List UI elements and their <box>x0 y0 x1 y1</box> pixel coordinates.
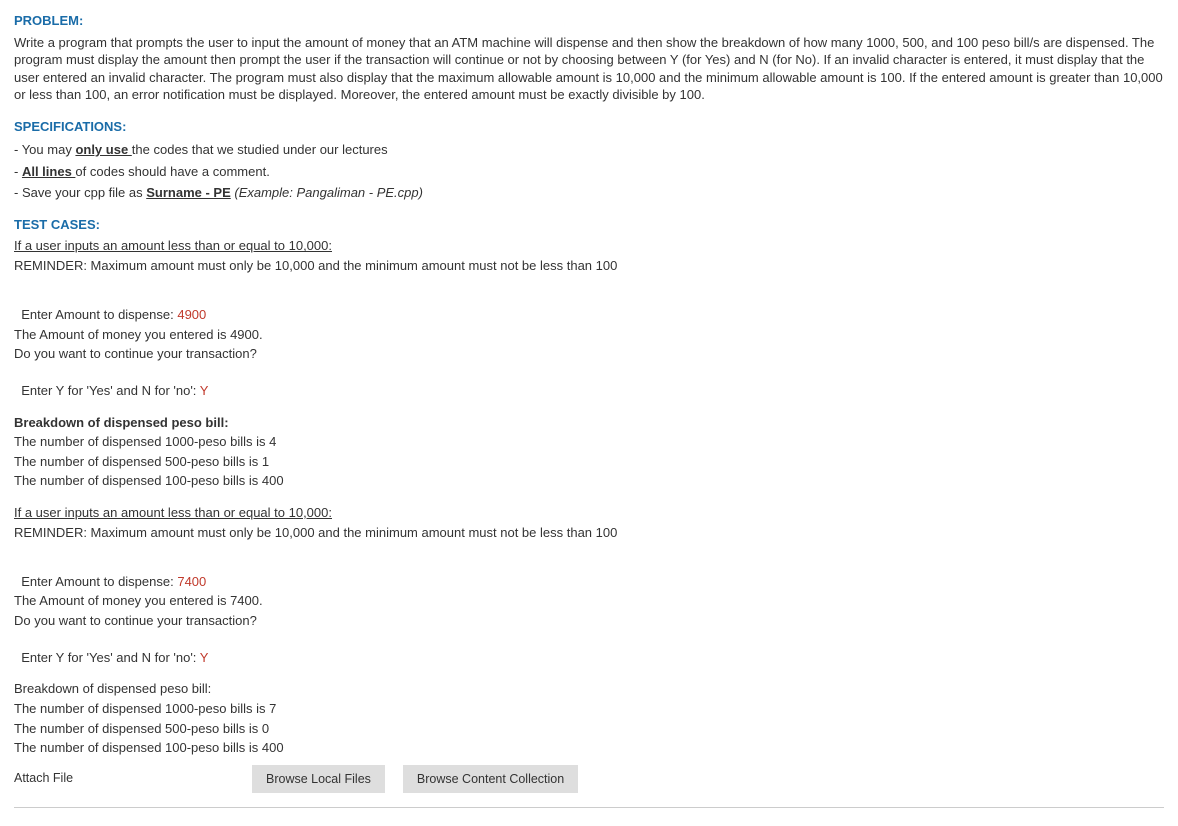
spec2-post: of codes should have a comment. <box>75 164 269 179</box>
case1-enter-value: 4900 <box>177 307 206 322</box>
case2-prompt-value: Y <box>200 650 209 665</box>
spec-item-1: - You may only use the codes that we stu… <box>14 141 1164 159</box>
case1-enter-prefix: Enter Amount to dispense: <box>21 307 177 322</box>
attach-file-label: Attach File <box>14 770 234 787</box>
spec-item-2: - All lines of codes should have a comme… <box>14 163 1164 181</box>
spec3-pre: - Save your cpp file as <box>14 185 146 200</box>
case2-enter-line: Enter Amount to dispense: 7400 <box>14 555 1164 590</box>
case2-breakdown-1: The number of dispensed 1000-peso bills … <box>14 700 1164 718</box>
spec3-underline: Surname - PE <box>146 185 231 200</box>
spec-item-3: - Save your cpp file as Surname - PE (Ex… <box>14 184 1164 202</box>
specifications-list: - You may only use the codes that we stu… <box>14 141 1164 202</box>
case1-prompt-line: Enter Y for 'Yes' and N for 'no': Y <box>14 365 1164 400</box>
browse-local-files-button[interactable]: Browse Local Files <box>252 765 385 793</box>
spec3-italic: (Example: Pangaliman - PE.cpp) <box>231 185 423 200</box>
case2-enter-prefix: Enter Amount to dispense: <box>21 574 177 589</box>
case1-breakdown-3: The number of dispensed 100-peso bills i… <box>14 472 1164 490</box>
test-cases-heading: TEST CASES: <box>14 216 1164 234</box>
case1-breakdown-2: The number of dispensed 500-peso bills i… <box>14 453 1164 471</box>
case1-prompt-value: Y <box>200 383 209 398</box>
case2-breakdown-heading: Breakdown of dispensed peso bill: <box>14 680 1164 698</box>
divider <box>14 807 1164 808</box>
spec2-underline: All lines <box>22 164 75 179</box>
browse-content-collection-button[interactable]: Browse Content Collection <box>403 765 578 793</box>
case1-enter-line: Enter Amount to dispense: 4900 <box>14 289 1164 324</box>
case1-heading: If a user inputs an amount less than or … <box>14 237 1164 255</box>
problem-heading: PROBLEM: <box>14 12 1164 30</box>
case1-echo: The Amount of money you entered is 4900. <box>14 326 1164 344</box>
case1-breakdown-1: The number of dispensed 1000-peso bills … <box>14 433 1164 451</box>
case1-breakdown-heading: Breakdown of dispensed peso bill: <box>14 414 1164 432</box>
case2-reminder: REMINDER: Maximum amount must only be 10… <box>14 524 1164 542</box>
case2-breakdown-3: The number of dispensed 100-peso bills i… <box>14 739 1164 757</box>
case2-prompt-prefix: Enter Y for 'Yes' and N for 'no': <box>21 650 200 665</box>
spec1-post: the codes that we studied under our lect… <box>132 142 388 157</box>
spec1-underline: only use <box>75 142 131 157</box>
problem-text: Write a program that prompts the user to… <box>14 34 1164 104</box>
case1-reminder: REMINDER: Maximum amount must only be 10… <box>14 257 1164 275</box>
case1-prompt-prefix: Enter Y for 'Yes' and N for 'no': <box>21 383 200 398</box>
case2-breakdown-2: The number of dispensed 500-peso bills i… <box>14 720 1164 738</box>
case2-echo: The Amount of money you entered is 7400. <box>14 592 1164 610</box>
attach-file-row: Attach File Browse Local Files Browse Co… <box>14 765 1164 793</box>
case1-continue-q: Do you want to continue your transaction… <box>14 345 1164 363</box>
case2-enter-value: 7400 <box>177 574 206 589</box>
specifications-heading: SPECIFICATIONS: <box>14 118 1164 136</box>
spec1-pre: - You may <box>14 142 75 157</box>
case2-heading: If a user inputs an amount less than or … <box>14 504 1164 522</box>
spec2-pre: - <box>14 164 22 179</box>
case2-continue-q: Do you want to continue your transaction… <box>14 612 1164 630</box>
case2-prompt-line: Enter Y for 'Yes' and N for 'no': Y <box>14 631 1164 666</box>
